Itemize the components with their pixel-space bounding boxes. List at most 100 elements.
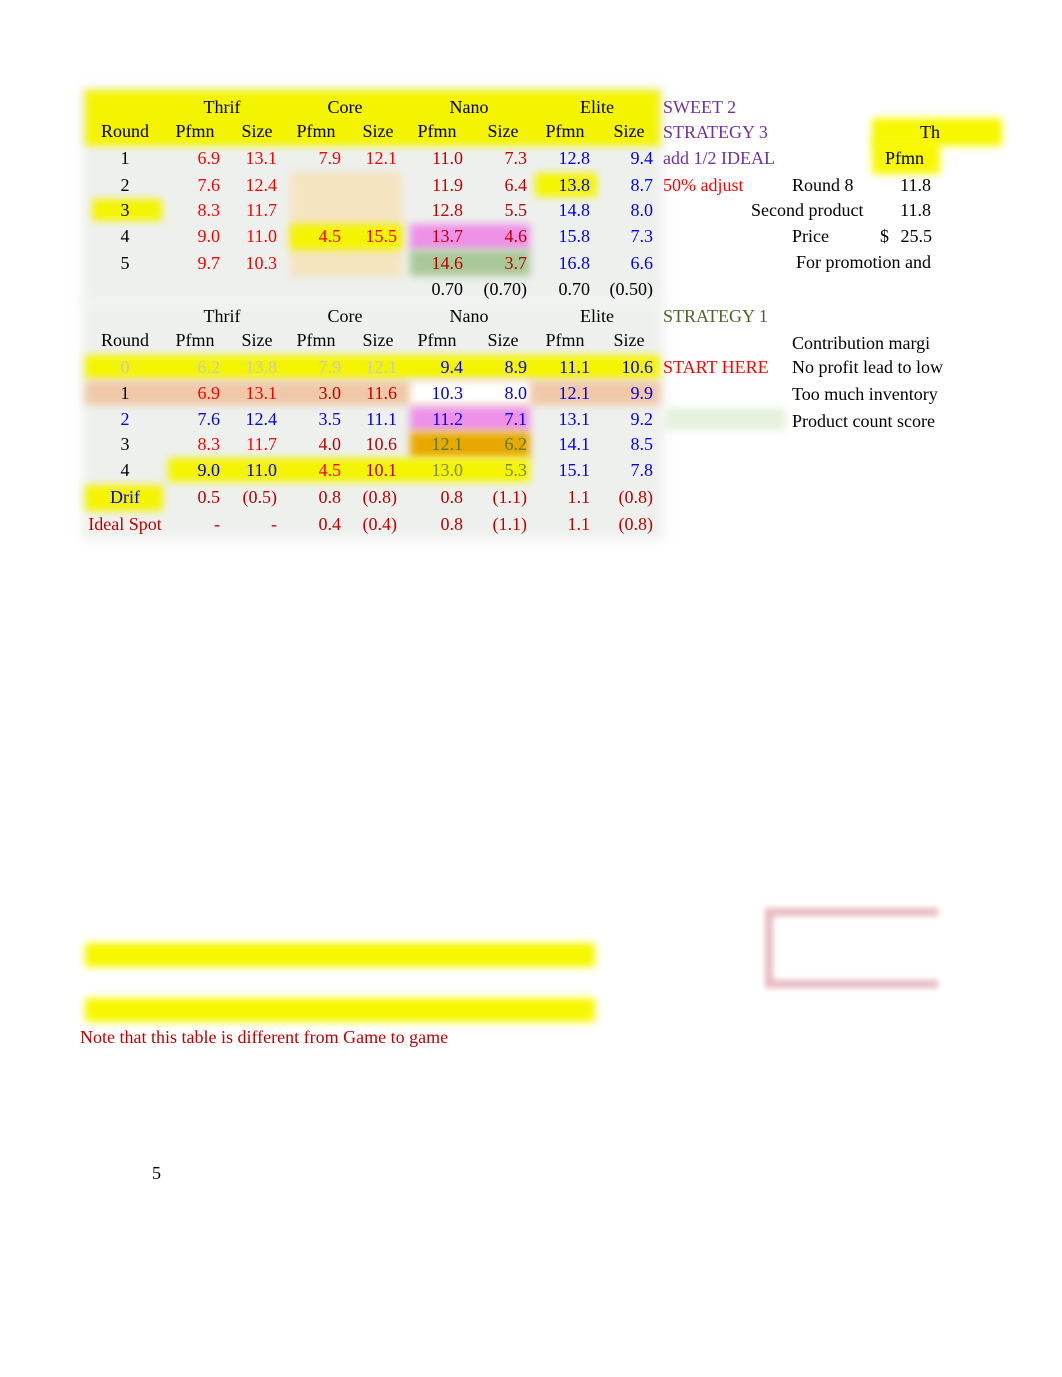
promotion-label: For promotion and [796, 252, 931, 272]
group-header-thrif: Thrif [203, 306, 241, 326]
value-cell: 12.1 [558, 383, 591, 403]
value-cell: 13.7 [431, 226, 464, 246]
value-cell: (0.8) [362, 487, 398, 507]
pink-bracket-shape [765, 908, 938, 988]
start-here-label: START HERE [663, 357, 769, 377]
value-cell: 11.9 [432, 175, 463, 195]
value-cell: (0.8) [618, 514, 654, 534]
price-label: Price [792, 226, 829, 246]
add-half-ideal-label: add 1/2 IDEAL [663, 148, 775, 168]
value-cell: 10.3 [245, 253, 278, 273]
th-label: Th [920, 122, 940, 142]
value-cell: 10.3 [431, 383, 464, 403]
group-header-elite: Elite [580, 97, 614, 117]
value-cell: 15.5 [365, 226, 398, 246]
value-cell: 3.7 [504, 253, 528, 273]
second-product-value: 11.8 [900, 200, 931, 220]
value-cell: 9.9 [630, 383, 654, 403]
value-cell: 14.8 [558, 200, 591, 220]
inventory-label: Too much inventory [792, 384, 938, 404]
value-cell: 10.1 [365, 460, 398, 480]
value-cell: 13.8 [558, 175, 591, 195]
no-profit-label: No profit lead to low [792, 357, 943, 377]
value-cell: 8.9 [504, 357, 528, 377]
contribution-label: Contribution margi [792, 333, 931, 353]
value-cell: 8.0 [630, 200, 654, 220]
strategy3-label: STRATEGY 3 [663, 122, 768, 142]
value-cell: 15.1 [558, 460, 591, 480]
value-cell: 16.8 [558, 253, 591, 273]
round8-label: Round 8 [792, 175, 854, 195]
value-cell: 11.0 [246, 226, 277, 246]
price-value: 25.5 [900, 226, 933, 246]
value-cell: 0.70 [558, 279, 591, 299]
column-header: Size [613, 330, 645, 350]
value-cell: 5.5 [504, 200, 528, 220]
sweet2-label: SWEET 2 [663, 97, 737, 117]
value-cell: (0.50) [609, 279, 654, 299]
value-cell: 11.6 [366, 383, 397, 403]
group-header-nano: Nano [449, 97, 489, 117]
value-cell: 12.8 [431, 200, 464, 220]
column-header: Size [613, 121, 645, 141]
value-cell: 14.6 [431, 253, 464, 273]
pfmn-label: Pfmn [885, 148, 925, 168]
page-number: 5 [152, 1163, 161, 1183]
group-header-nano: Nano [449, 306, 489, 326]
value-cell: (0.70) [483, 279, 528, 299]
value-cell: 11.7 [246, 434, 277, 454]
fifty-adjust-label: 50% adjust [663, 175, 744, 195]
value-cell: 10.6 [365, 434, 398, 454]
group-header-core: Core [327, 306, 363, 326]
value-cell: 11.1 [366, 409, 397, 429]
yellow-bar-1 [85, 943, 595, 967]
value-cell: 0.8 [440, 514, 464, 534]
strategy1-label: STRATEGY 1 [663, 306, 768, 326]
value-cell: 11.0 [246, 460, 277, 480]
value-cell: 13.8 [245, 357, 278, 377]
value-cell: 12.1 [365, 148, 398, 168]
column-header: Round [100, 121, 149, 141]
value-cell: 11.2 [432, 409, 463, 429]
value-cell: 4.6 [504, 226, 528, 246]
value-cell: 13.1 [245, 383, 278, 403]
group-header-thrif: Thrif [203, 97, 241, 117]
value-cell: 14.1 [558, 434, 591, 454]
column-header: Round [100, 330, 149, 350]
value-cell: 0.8 [440, 487, 464, 507]
value-cell: (0.8) [618, 487, 654, 507]
value-cell: (0.5) [242, 487, 278, 507]
group-header-elite: Elite [580, 306, 614, 326]
product-count-label: Product count score [792, 411, 935, 431]
value-cell: 6.2 [504, 434, 528, 454]
value-cell: 1.1 [567, 487, 591, 507]
value-cell: 1.1 [567, 514, 591, 534]
value-cell: 15.8 [558, 226, 591, 246]
value-cell: 11.1 [559, 357, 590, 377]
value-cell: - [271, 514, 277, 534]
value-cell: 7.1 [504, 409, 528, 429]
value-cell: 8.7 [630, 175, 654, 195]
value-cell: 5.3 [504, 460, 528, 480]
value-cell: 0.70 [431, 279, 464, 299]
value-cell: 6.6 [630, 253, 654, 273]
spreadsheet-page: SWEET 2 STRATEGY 3 add 1/2 IDEAL 50% adj… [0, 0, 1062, 1377]
value-cell: 9.2 [630, 409, 654, 429]
value-cell: 8.5 [630, 434, 654, 454]
round8-value: 11.8 [900, 175, 931, 195]
value-cell: 12.4 [245, 409, 278, 429]
yellow-bar-2 [85, 998, 595, 1022]
group-header-core: Core [327, 97, 363, 117]
value-cell: 12.4 [245, 175, 278, 195]
value-cell: 13.1 [558, 409, 591, 429]
value-cell: 7.3 [630, 226, 654, 246]
value-cell: 9.4 [440, 357, 464, 377]
value-cell: 12.1 [431, 434, 464, 454]
value-cell: (1.1) [492, 487, 528, 507]
value-cell: 12.8 [558, 148, 591, 168]
green-highlight [665, 408, 785, 430]
value-cell: 11.7 [246, 200, 277, 220]
value-cell: (0.4) [362, 514, 398, 534]
value-cell: 11.0 [432, 148, 463, 168]
value-cell: 7.8 [630, 460, 654, 480]
